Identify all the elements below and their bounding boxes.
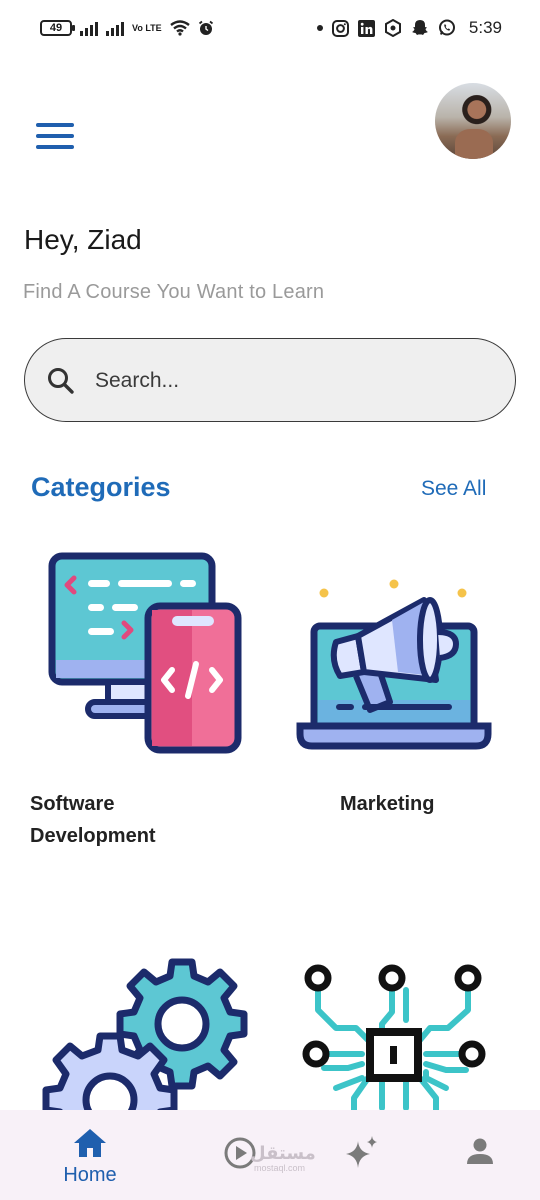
category-label: Marketing	[340, 793, 435, 815]
search-icon[interactable]	[45, 365, 77, 397]
instagram-icon	[331, 19, 349, 37]
nav-sparkles[interactable]	[340, 1110, 384, 1200]
greeting-title: Hey, Ziad	[24, 224, 142, 255]
battery-icon: 49	[40, 20, 75, 36]
snapchat-icon	[411, 20, 428, 35]
signal-icon	[106, 20, 124, 36]
see-all-link[interactable]: See All	[421, 477, 486, 501]
whatsapp-icon	[438, 19, 455, 36]
app-icon	[384, 19, 401, 37]
greeting-subtitle: Find A Course You Want to Learn	[23, 281, 325, 303]
category-card-marketing[interactable]: Marketing	[290, 570, 510, 830]
home-icon	[74, 1129, 106, 1157]
categories-title: Categories	[31, 472, 171, 502]
notification-dot-icon	[316, 25, 323, 31]
nav-profile[interactable]	[460, 1110, 500, 1200]
bottom-navigation: Home مستقل mostaql.com	[0, 1110, 540, 1200]
status-bar: 49 Vo LTE 5:39	[0, 0, 540, 62]
sparkles-icon	[346, 1136, 377, 1168]
category-card-gears[interactable]	[40, 950, 260, 1110]
wifi-icon	[169, 20, 190, 36]
person-icon	[467, 1138, 493, 1164]
volte-icon: Vo LTE	[132, 23, 162, 33]
signal-icon	[80, 20, 98, 36]
search-input[interactable]	[95, 363, 475, 399]
circuit-chip-icon	[302, 964, 486, 1110]
battery-level: 49	[49, 22, 63, 34]
status-right: 5:39	[316, 18, 502, 38]
watermark-logo: مستقل	[250, 1143, 316, 1163]
software-development-icon	[48, 552, 242, 754]
search-bar[interactable]	[24, 338, 516, 422]
gears-icon	[42, 958, 248, 1110]
hamburger-menu-icon[interactable]	[36, 123, 74, 149]
marketing-megaphone-icon	[296, 579, 492, 750]
clock-time: 5:39	[468, 18, 502, 37]
watermark-url: mostaql.com	[254, 1163, 306, 1173]
category-label: Software Development	[30, 793, 156, 847]
nav-home-label: Home	[63, 1164, 117, 1186]
alarm-icon	[198, 20, 213, 35]
category-card-software-development[interactable]: Software Development	[30, 540, 260, 860]
nav-home[interactable]: Home	[50, 1110, 130, 1200]
linkedin-icon	[357, 19, 375, 37]
user-avatar[interactable]	[435, 83, 511, 159]
status-left: 49 Vo LTE	[40, 20, 214, 36]
category-card-circuit[interactable]	[296, 958, 496, 1110]
